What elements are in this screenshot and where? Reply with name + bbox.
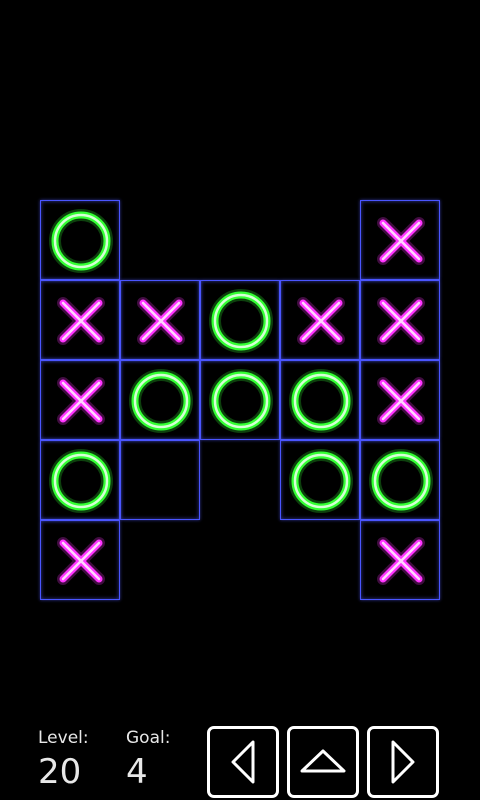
board-cell-o[interactable]: [200, 280, 280, 360]
o-mark-icon: [209, 289, 273, 353]
board-cell-o[interactable]: [280, 360, 360, 440]
board-cell-x[interactable]: [120, 280, 200, 360]
board-cell-x[interactable]: [360, 520, 440, 600]
board-cell-x[interactable]: [40, 280, 120, 360]
x-mark-icon: [377, 537, 425, 585]
next-level-button[interactable]: [367, 726, 439, 798]
board-cell-o[interactable]: [40, 200, 120, 280]
board-cell-o[interactable]: [200, 360, 280, 440]
x-mark-icon: [297, 297, 345, 345]
o-mark-icon: [289, 449, 353, 513]
board-cell-x[interactable]: [280, 280, 360, 360]
x-mark-icon: [57, 297, 105, 345]
goal-value: 4: [126, 752, 148, 792]
board-cell-x[interactable]: [360, 360, 440, 440]
board-cell-o[interactable]: [40, 440, 120, 520]
x-mark-icon: [57, 537, 105, 585]
x-mark-icon: [137, 297, 185, 345]
x-mark-icon: [377, 297, 425, 345]
x-mark-icon: [377, 217, 425, 265]
triangle-left-icon: [231, 740, 255, 784]
level-label: Level:: [38, 728, 89, 748]
board-cell-o[interactable]: [280, 440, 360, 520]
undo-button[interactable]: [287, 726, 359, 798]
board-cell-x[interactable]: [360, 280, 440, 360]
x-mark-icon: [377, 377, 425, 425]
game-screen: Level: 20 Goal: 4: [0, 0, 480, 800]
o-mark-icon: [209, 369, 273, 433]
o-mark-icon: [49, 449, 113, 513]
board-cell-empty[interactable]: [120, 440, 200, 520]
o-mark-icon: [129, 369, 193, 433]
board-cell-o[interactable]: [360, 440, 440, 520]
game-board: [0, 0, 480, 800]
board-cell-x[interactable]: [40, 520, 120, 600]
level-value: 20: [38, 752, 82, 792]
x-mark-icon: [57, 377, 105, 425]
previous-level-button[interactable]: [207, 726, 279, 798]
board-cell-o[interactable]: [120, 360, 200, 440]
triangle-up-icon: [300, 749, 346, 773]
o-mark-icon: [369, 449, 433, 513]
board-cell-x[interactable]: [40, 360, 120, 440]
goal-label: Goal:: [126, 728, 171, 748]
o-mark-icon: [289, 369, 353, 433]
board-cell-x[interactable]: [360, 200, 440, 280]
triangle-right-icon: [391, 740, 415, 784]
o-mark-icon: [49, 209, 113, 273]
